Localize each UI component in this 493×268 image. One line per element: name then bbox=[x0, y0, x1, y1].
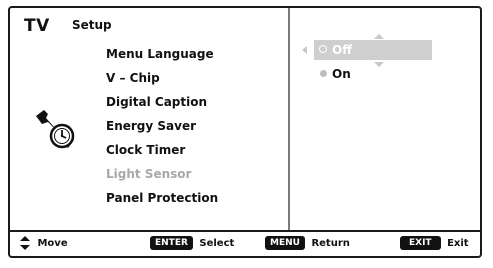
footer-select-label: Select bbox=[199, 238, 235, 249]
exit-key-badge: EXIT bbox=[400, 236, 441, 250]
footer-exit: EXIT Exit bbox=[400, 236, 469, 252]
option-off-label: Off bbox=[332, 43, 352, 57]
menu-item-v-chip[interactable]: V – Chip bbox=[106, 66, 218, 90]
up-arrow-icon bbox=[374, 34, 384, 39]
menu-item-energy-saver[interactable]: Energy Saver bbox=[106, 114, 218, 138]
radio-selected-icon bbox=[319, 45, 327, 53]
radio-unselected-icon bbox=[320, 70, 327, 77]
tv-menu-screen: TV Setup Menu Language V – Chip Digital … bbox=[8, 6, 482, 258]
left-arrow-icon bbox=[302, 46, 307, 54]
enter-key-badge: ENTER bbox=[150, 236, 193, 250]
tv-label: TV bbox=[24, 16, 50, 36]
footer-return-label: Return bbox=[311, 238, 350, 249]
footer-return: MENU Return bbox=[265, 236, 350, 252]
footer-move: Move bbox=[20, 236, 68, 252]
section-title: Setup bbox=[72, 18, 112, 32]
option-list: Off On bbox=[300, 34, 450, 88]
menu-panel: TV Setup Menu Language V – Chip Digital … bbox=[10, 8, 290, 232]
option-on-label: On bbox=[332, 67, 351, 81]
menu-item-digital-caption[interactable]: Digital Caption bbox=[106, 90, 218, 114]
menu-item-panel-protection[interactable]: Panel Protection bbox=[106, 186, 218, 210]
option-on[interactable]: On bbox=[300, 64, 450, 84]
footer-select: ENTER Select bbox=[150, 236, 234, 252]
menu-key-badge: MENU bbox=[265, 236, 305, 250]
option-off[interactable]: Off bbox=[302, 34, 432, 67]
footer-help-bar: Move ENTER Select MENU Return EXIT Exit bbox=[10, 230, 480, 256]
menu-item-menu-language[interactable]: Menu Language bbox=[106, 42, 218, 66]
footer-exit-label: Exit bbox=[447, 238, 469, 249]
options-panel: Off On bbox=[290, 8, 480, 232]
footer-move-label: Move bbox=[37, 238, 68, 249]
wrench-clock-icon bbox=[36, 110, 75, 149]
up-down-arrow-icon bbox=[20, 236, 30, 250]
menu-item-clock-timer[interactable]: Clock Timer bbox=[106, 138, 218, 162]
setup-menu-list: Menu Language V – Chip Digital Caption E… bbox=[106, 42, 218, 210]
menu-item-light-sensor: Light Sensor bbox=[106, 167, 192, 181]
